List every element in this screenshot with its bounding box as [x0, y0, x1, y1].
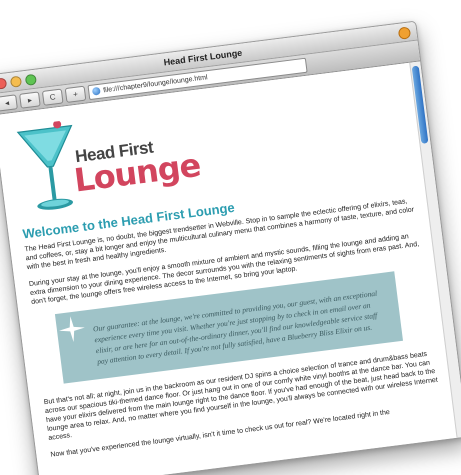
reload-button[interactable]: C	[41, 88, 64, 106]
forward-button[interactable]: ▸	[18, 90, 41, 109]
back-button[interactable]: ◂	[0, 93, 18, 112]
page-content: Head First Lounge Welcome to the Head Fi…	[0, 62, 458, 475]
add-bookmark-button[interactable]: +	[64, 85, 87, 103]
globe-icon	[91, 86, 101, 96]
sparkle-icon	[59, 316, 85, 343]
rss-icon[interactable]	[397, 26, 412, 40]
scene: Head First Lounge ◂ ▸ C + file:///chapte…	[0, 0, 461, 475]
browser-window: Head First Lounge ◂ ▸ C + file:///chapte…	[0, 20, 461, 475]
guarantee-text: Our guarantee: at the lounge, we're comm…	[92, 288, 378, 367]
